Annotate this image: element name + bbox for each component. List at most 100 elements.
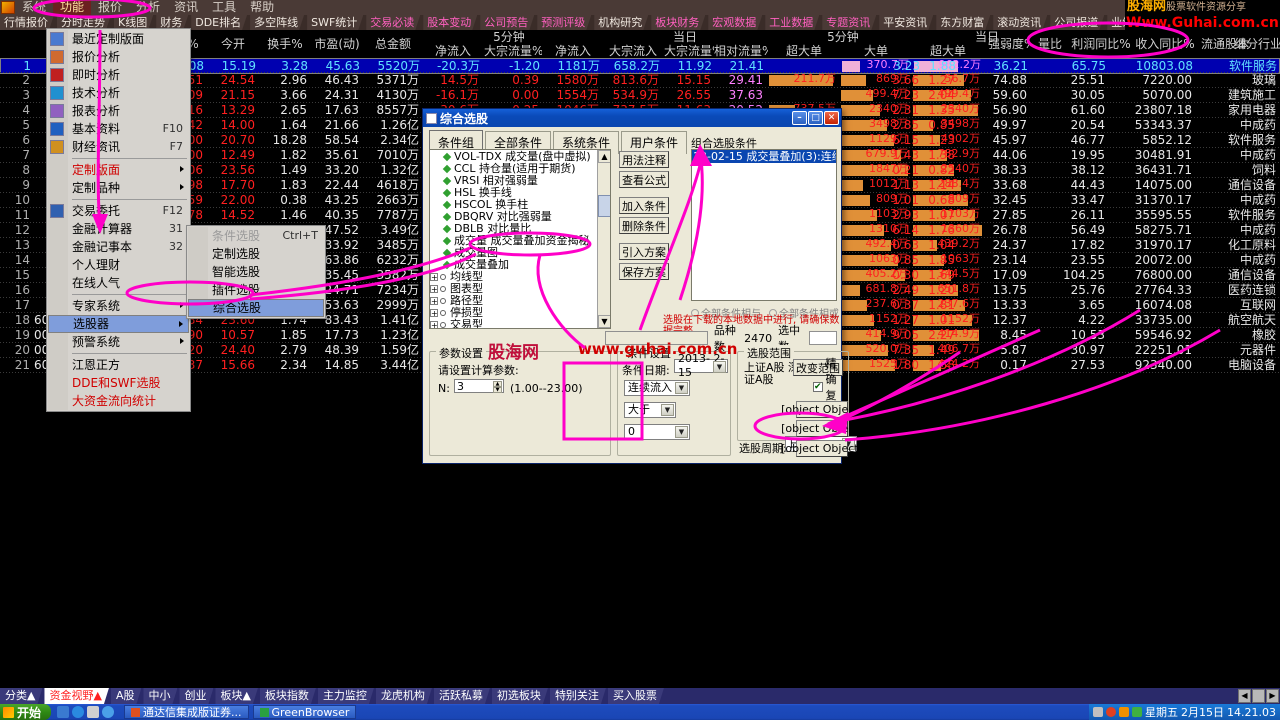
- submenu-item-1[interactable]: 定制选股: [188, 245, 324, 263]
- add-to-block-button[interactable]: [object Object]: [781, 401, 863, 418]
- menu-help[interactable]: 帮助: [243, 0, 281, 15]
- col-header-pe[interactable]: 市盈(动): [312, 37, 362, 51]
- operator-dropdown-arrow[interactable]: ▼: [661, 404, 674, 416]
- view-formula-button[interactable]: 查看公式: [619, 171, 669, 188]
- quick-launch-ie-icon[interactable]: [72, 706, 85, 718]
- tray-shield-icon[interactable]: [1132, 707, 1143, 717]
- col-header-amount[interactable]: 总金额: [364, 37, 422, 51]
- col-header-today-blockpct[interactable]: 大宗流量%: [664, 44, 714, 58]
- taskbar-item-1[interactable]: GreenBrowser: [252, 705, 357, 719]
- tree-expand-icon[interactable]: +: [430, 309, 438, 318]
- menu-item-1[interactable]: 报价分析: [48, 48, 189, 66]
- col-header-5min-superlarge[interactable]: 超大单: [768, 44, 840, 58]
- menu-item-13[interactable]: 在线人气: [48, 274, 189, 292]
- spin-down[interactable]: ▼: [493, 387, 502, 393]
- menu-item-10[interactable]: 金融计算器 31: [48, 220, 189, 238]
- col-header-today-blockin[interactable]: 大宗流入: [604, 44, 662, 58]
- menu-quote[interactable]: 报价: [91, 0, 129, 15]
- menu-item-5[interactable]: 基本资料 F10: [48, 120, 189, 138]
- nav-tab-8[interactable]: 股本变动: [423, 15, 477, 30]
- tree-expand-icon[interactable]: +: [430, 297, 438, 306]
- submenu-item-2[interactable]: 智能选股: [188, 263, 324, 281]
- col-header-strength[interactable]: 强弱度%: [988, 37, 1030, 51]
- menu-information[interactable]: 资讯: [167, 0, 205, 15]
- menu-item-16[interactable]: 预警系统: [48, 333, 189, 351]
- submenu-item-0[interactable]: 条件选股 Ctrl+T: [188, 227, 324, 245]
- nav-tab-7[interactable]: 交易必读: [366, 15, 420, 30]
- scroll-up-arrow[interactable]: ▲: [598, 150, 610, 163]
- dialog-titlebar[interactable]: 综合选股 – □ ✕: [423, 109, 841, 127]
- menu-item-14[interactable]: 专家系统: [48, 297, 189, 315]
- condition-tree[interactable]: VOL-TDX 成交量(盘中虚拟) CCL 持仓量(适用于期货) VRSI 相对强弱…: [429, 149, 611, 329]
- submenu-item-3[interactable]: 插件选股: [188, 281, 324, 299]
- menu-tools[interactable]: 工具: [205, 0, 243, 15]
- tree-expand-icon[interactable]: +: [430, 321, 438, 328]
- col-group-today-flow[interactable]: 当日: [600, 30, 770, 44]
- usage-note-button[interactable]: 用法注释: [619, 151, 669, 168]
- condition-operator-select[interactable]: 大于 ▼: [624, 402, 676, 418]
- quick-launch-browser-icon[interactable]: [102, 706, 115, 718]
- category-3[interactable]: 中小: [143, 688, 177, 704]
- col-header-5min-large[interactable]: 大单: [840, 44, 912, 58]
- table-row[interactable]: 2004.5124.542.9646.435371万14.5万0.391580万…: [0, 73, 1280, 88]
- category-7[interactable]: 主力监控: [318, 688, 374, 704]
- condition-field-select[interactable]: 连续流入 ▼: [624, 380, 690, 396]
- col-header-open[interactable]: 今开: [208, 37, 258, 51]
- menu-item-18[interactable]: DDE和SWF选股: [48, 374, 189, 392]
- category-5[interactable]: 板块▲: [215, 688, 257, 704]
- menu-system[interactable]: 系统: [15, 0, 53, 15]
- col-header-volratio[interactable]: 量比: [1032, 37, 1068, 51]
- condition-date-picker[interactable]: 2013- 2-15 ▼: [674, 352, 728, 379]
- maximize-button[interactable]: □: [808, 111, 823, 125]
- tree-expand-icon[interactable]: +: [430, 273, 438, 282]
- col-header-today-netflow[interactable]: 净流入: [544, 44, 602, 58]
- category-scroll-0[interactable]: ◀: [1238, 689, 1251, 703]
- col-header-today-superlarge[interactable]: 超大单: [912, 44, 984, 58]
- tree-node-14[interactable]: + 交易型: [430, 319, 597, 328]
- col-header-rel-flowpct[interactable]: 相对流量%: [714, 44, 768, 58]
- add-condition-button[interactable]: 加入条件: [619, 197, 669, 214]
- menu-item-6[interactable]: 财经资讯 F7: [48, 138, 189, 156]
- nav-tab-9[interactable]: 公司预告: [480, 15, 534, 30]
- condition-value-select[interactable]: 0 ▼: [624, 424, 690, 440]
- menu-item-2[interactable]: 即时分析: [48, 66, 189, 84]
- taskbar-item-0[interactable]: 通达信集成版证券...: [124, 705, 249, 719]
- category-11[interactable]: 特别关注: [550, 688, 606, 704]
- save-scheme-button[interactable]: 保存方案: [619, 263, 669, 280]
- menu-item-4[interactable]: 报表分析: [48, 102, 189, 120]
- menu-item-0[interactable]: 最近定制版面: [48, 30, 189, 48]
- col-header-5min-netflow[interactable]: 净流入: [424, 44, 482, 58]
- col-header-turnover[interactable]: 换手%: [260, 37, 310, 51]
- col-header-industry[interactable]: 细分行业: [1234, 37, 1280, 51]
- category-8[interactable]: 龙虎机构: [376, 688, 432, 704]
- submenu-item-4[interactable]: 综合选股: [188, 299, 324, 317]
- nav-tab-16[interactable]: 平安资讯: [879, 15, 933, 30]
- col-header-profit-yoy[interactable]: 利润同比%: [1070, 37, 1132, 51]
- param-n-spinner[interactable]: ▲ ▼: [493, 381, 502, 393]
- nav-tab-5[interactable]: 多空阵线: [250, 15, 304, 30]
- category-6[interactable]: 板块指数: [260, 688, 316, 704]
- scroll-thumb[interactable]: [598, 195, 610, 217]
- category-scroll-2[interactable]: ▶: [1266, 689, 1279, 703]
- category-1[interactable]: 资金视野▲: [44, 688, 108, 704]
- start-button[interactable]: 开始: [0, 704, 52, 720]
- value-dropdown-arrow[interactable]: ▼: [675, 426, 688, 438]
- col-header-5min-blockpct[interactable]: 大宗流量%: [484, 44, 542, 58]
- close-window-button[interactable]: ✕: [824, 111, 839, 125]
- quick-launch-desktop-icon[interactable]: [87, 706, 100, 718]
- tree-expand-icon[interactable]: +: [430, 285, 438, 294]
- category-0[interactable]: 分类▲: [0, 688, 42, 704]
- date-dropdown-arrow[interactable]: ▼: [713, 361, 726, 373]
- nav-tab-17[interactable]: 东方财富: [936, 15, 990, 30]
- nav-tab-14[interactable]: 工业数据: [765, 15, 819, 30]
- menu-item-3[interactable]: 技术分析: [48, 84, 189, 102]
- menu-item-7[interactable]: 定制版面: [48, 161, 189, 179]
- run-screen-button[interactable]: [object Object]: [781, 420, 863, 437]
- close-button[interactable]: [object Object]: [781, 440, 863, 457]
- col-header-revenue-yoy[interactable]: 收入同比%: [1134, 37, 1196, 51]
- nav-tab-10[interactable]: 预测评级: [537, 15, 591, 30]
- nav-tab-4[interactable]: DDE排名: [191, 15, 247, 30]
- menu-item-12[interactable]: 个人理财: [48, 256, 189, 274]
- nav-tab-13[interactable]: 宏观数据: [708, 15, 762, 30]
- menu-item-15[interactable]: 选股器: [48, 315, 189, 333]
